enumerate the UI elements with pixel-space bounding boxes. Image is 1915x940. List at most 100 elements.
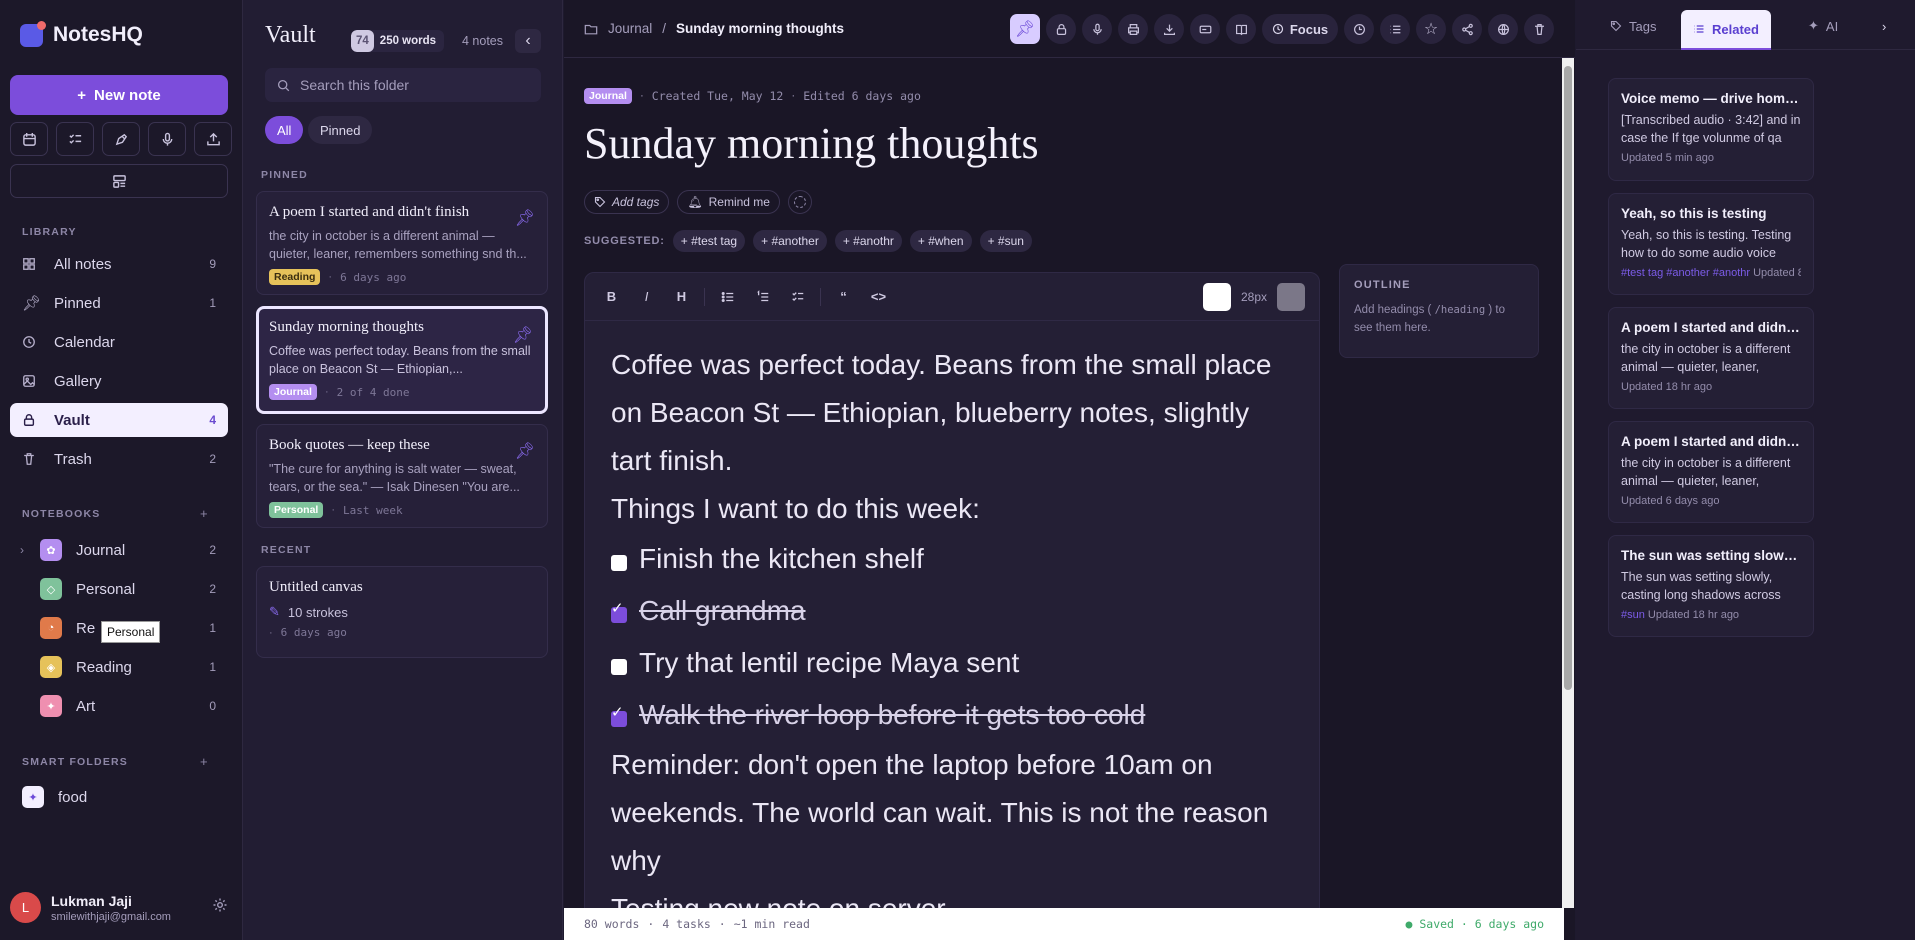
tab-ai[interactable]: ✦ AI — [1796, 10, 1850, 42]
chevron-right-icon[interactable]: › — [20, 543, 40, 557]
related-note-card[interactable]: A poem I started and didn't finish the c… — [1608, 307, 1814, 409]
add-notebook-button[interactable]: + — [200, 506, 208, 521]
bullet-list-button[interactable] — [715, 284, 740, 309]
lock-button[interactable] — [1046, 14, 1076, 44]
voice-quick-button[interactable] — [148, 122, 186, 156]
history-button[interactable] — [1344, 14, 1374, 44]
tab-related[interactable]: Related — [1681, 10, 1771, 50]
sidebar-notebook-art[interactable]: ✦ Art 0 — [10, 689, 228, 723]
filter-all[interactable]: All — [265, 116, 304, 144]
pin-toggle-button[interactable]: 📌︎ — [1010, 14, 1040, 44]
suggested-tag[interactable]: + #another — [753, 230, 827, 252]
dictate-button[interactable] — [1082, 14, 1112, 44]
note-card-title: Book quotes — keep these — [269, 437, 430, 453]
task-checkbox-checked[interactable] — [611, 689, 627, 737]
sidebar-item-trash[interactable]: Trash 2 — [10, 442, 228, 476]
calendar-quick-button[interactable] — [10, 122, 48, 156]
template-button[interactable] — [10, 164, 228, 198]
note-card-selected[interactable]: Sunday morning thoughts Coffee was perfe… — [256, 306, 548, 414]
sidebar-smart-food[interactable]: ✦ food — [10, 780, 228, 814]
suggested-tag[interactable]: + #test tag — [672, 230, 746, 252]
focus-button[interactable]: Focus — [1262, 14, 1338, 44]
sidebar-item-label: Gallery — [54, 372, 102, 390]
tooltip: Personal — [101, 621, 161, 643]
delete-button[interactable] — [1524, 14, 1554, 44]
numbered-list-button[interactable] — [750, 284, 775, 309]
status-button[interactable] — [787, 190, 812, 214]
publish-button[interactable] — [1488, 14, 1518, 44]
upload-quick-button[interactable] — [194, 122, 232, 156]
download-button[interactable] — [1154, 14, 1184, 44]
highlight-color-swatch[interactable] — [1277, 282, 1305, 311]
search-input[interactable]: Search this folder — [265, 68, 541, 102]
heading-button[interactable]: H — [669, 284, 694, 309]
related-note-card[interactable]: A poem I started and didn't finish the c… — [1608, 421, 1814, 523]
filter-pinned[interactable]: Pinned — [308, 116, 373, 144]
sidebar-item-gallery[interactable]: Gallery — [10, 364, 228, 398]
scrollbar[interactable] — [1562, 58, 1574, 908]
pin-icon[interactable]: 📌︎ — [513, 325, 533, 345]
document-body[interactable]: Coffee was perfect today. Beans from the… — [585, 321, 1319, 940]
embed-button[interactable] — [1190, 14, 1220, 44]
sidebar-item-calendar[interactable]: Calendar — [10, 325, 228, 359]
reader-button[interactable] — [1226, 14, 1256, 44]
gear-icon[interactable] — [212, 897, 228, 918]
italic-button[interactable]: I — [634, 284, 659, 309]
note-tag[interactable]: Journal — [584, 88, 632, 104]
draw-quick-button[interactable] — [102, 122, 140, 156]
checklist-button[interactable] — [785, 284, 810, 309]
favorite-button[interactable]: ☆ — [1416, 14, 1446, 44]
sidebar-notebook-journal[interactable]: › ✿ Journal 2 — [10, 533, 228, 567]
suggested-tag[interactable]: + #anothr — [834, 230, 902, 252]
sidebar-item-pinned[interactable]: 📌︎ Pinned 1 — [10, 286, 228, 320]
related-note-card[interactable]: Voice memo — drive home Tuesday · ... [T… — [1608, 78, 1814, 181]
font-size-value[interactable]: 28px — [1241, 290, 1267, 304]
code-button[interactable]: <> — [866, 284, 891, 309]
task-checkbox[interactable] — [611, 555, 627, 571]
breadcrumb-folder[interactable]: Journal — [608, 21, 652, 36]
related-note-card[interactable]: The sun was setting slowly, casting lo..… — [1608, 535, 1814, 637]
collapse-right-button[interactable]: › — [1876, 10, 1892, 42]
scrollbar-thumb[interactable] — [1564, 66, 1572, 690]
sidebar-notebook-personal[interactable]: ◇ Personal 2 — [10, 572, 228, 606]
chevron-left-icon: ‹ — [525, 32, 531, 49]
remind-me-button[interactable]: 🔔︎ Remind me — [677, 190, 780, 214]
print-button[interactable] — [1118, 14, 1148, 44]
sparkle-icon: ✦ — [1808, 18, 1819, 33]
new-note-button[interactable]: + New note — [10, 75, 228, 115]
related-note-card[interactable]: Yeah, so this is testing Yeah, so this i… — [1608, 193, 1814, 295]
checklist-quick-button[interactable] — [56, 122, 94, 156]
trash-icon — [22, 452, 38, 466]
mini-count: 74 — [351, 30, 374, 52]
note-card[interactable]: Untitled canvas ✎ 10 strokes · 6 days ag… — [256, 566, 548, 658]
sidebar-notebook-reading[interactable]: ◈ Reading 1 — [10, 650, 228, 684]
avatar: L — [10, 892, 41, 923]
pin-icon[interactable]: 📌︎ — [515, 208, 535, 228]
text-color-swatch[interactable] — [1202, 282, 1231, 311]
note-card[interactable]: A poem I started and didn't finish the c… — [256, 191, 548, 295]
collapse-panel-button[interactable]: ‹ — [515, 29, 541, 53]
bold-button[interactable]: B — [599, 284, 624, 309]
add-smart-folder-button[interactable]: + — [200, 754, 208, 769]
user-name: Lukman Jaji — [51, 892, 132, 909]
quote-button[interactable]: “ — [831, 284, 856, 309]
user-profile[interactable]: L Lukman Jaji smilewithjaji@gmail.com — [10, 892, 228, 923]
outline-button[interactable] — [1380, 14, 1410, 44]
plus-icon: + — [77, 86, 87, 104]
task-checkbox[interactable] — [611, 659, 627, 675]
pin-icon[interactable]: 📌︎ — [515, 441, 535, 461]
tab-tags[interactable]: Tags — [1598, 10, 1668, 42]
task-text: Walk the river loop before it gets too c… — [639, 699, 1146, 730]
add-tags-button[interactable]: Add tags — [584, 190, 670, 214]
task-checkbox-checked[interactable] — [611, 585, 627, 633]
note-card[interactable]: Book quotes — keep these "The cure for a… — [256, 424, 548, 528]
suggested-tag[interactable]: + #sun — [979, 230, 1032, 252]
tag-icon — [1610, 20, 1622, 32]
share-button[interactable] — [1452, 14, 1482, 44]
sidebar-item-all-notes[interactable]: All notes 9 — [10, 247, 228, 281]
note-title[interactable]: Sunday morning thoughts — [584, 118, 1039, 169]
sidebar: NotesHQ + New note LIBRARY All notes 9 📌… — [0, 0, 243, 940]
suggested-tag[interactable]: + #when — [909, 230, 972, 252]
sidebar-item-vault[interactable]: Vault 4 — [10, 403, 228, 437]
related-title: The sun was setting slowly, casting lo..… — [1621, 548, 1801, 563]
